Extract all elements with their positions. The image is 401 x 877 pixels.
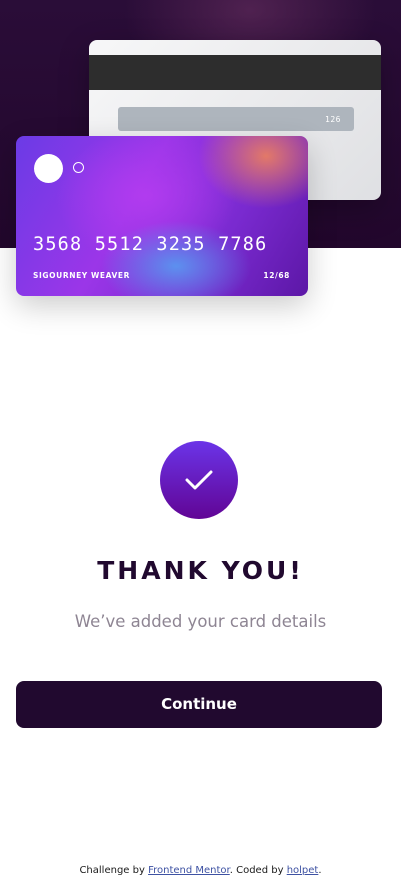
card-front: 3568 5512 3235 7786 SIGOURNEY WEAVER 12/… — [16, 136, 308, 296]
thank-you-heading: THANK YOU! — [97, 556, 304, 585]
card-expiry: 12/68 — [263, 271, 290, 280]
check-icon — [185, 470, 213, 490]
card-cvc: 126 — [325, 115, 341, 124]
attribution-footer: Challenge by Frontend Mentor. Coded by h… — [0, 865, 401, 876]
magnetic-stripe — [89, 55, 381, 90]
signature-strip — [118, 107, 354, 131]
frontend-mentor-link[interactable]: Frontend Mentor — [148, 865, 230, 876]
footer-middle: . Coded by — [229, 865, 287, 876]
footer-suffix: . — [318, 865, 322, 876]
footer-prefix: Challenge by — [79, 865, 149, 876]
confirmation-message: We’ve added your card details — [74, 612, 327, 631]
cardholder-name: SIGOURNEY WEAVER — [33, 271, 131, 280]
success-badge — [160, 441, 238, 519]
continue-button[interactable]: Continue — [16, 681, 382, 728]
author-link[interactable]: holpet — [287, 865, 319, 876]
card-logo-ring-icon — [73, 162, 84, 173]
card-logo-circle-icon — [34, 154, 63, 183]
card-number: 3568 5512 3235 7786 — [33, 234, 268, 255]
